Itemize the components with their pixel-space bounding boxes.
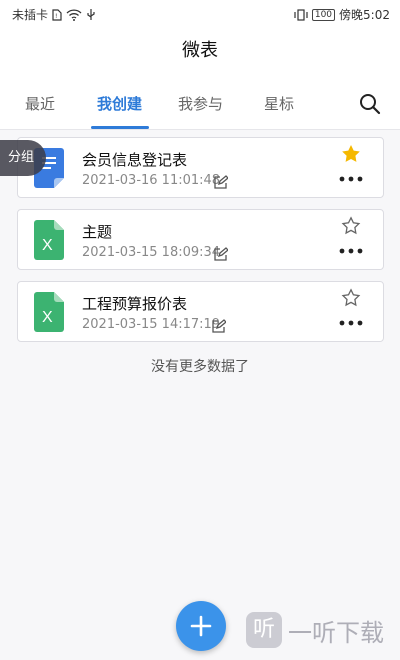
file-card[interactable]: 会员信息登记表 2021-03-16 11:01:48 <box>17 137 384 198</box>
file-time: 2021-03-15 18:09:34 <box>82 245 221 260</box>
excel-icon: X <box>34 292 64 332</box>
usb-icon <box>87 8 95 20</box>
edit-icon[interactable] <box>214 247 228 261</box>
tab-bar: 最近 我创建 我参与 星标 <box>0 78 400 130</box>
active-tab-indicator <box>91 126 149 129</box>
more-options-icon[interactable] <box>339 174 363 184</box>
tab-created-by-me[interactable]: 我创建 <box>97 93 142 114</box>
sim-icon: ! <box>52 8 62 21</box>
edit-icon[interactable] <box>212 319 226 333</box>
wifi-icon <box>66 8 82 21</box>
excel-icon: X <box>34 220 64 260</box>
watermark-text: 一听下载 <box>288 618 384 647</box>
watermark-logo: 听 <box>246 612 282 648</box>
tab-starred[interactable]: 星标 <box>264 93 294 114</box>
search-icon[interactable] <box>358 92 382 116</box>
vibrate-icon <box>294 8 308 21</box>
clock-text: 傍晚5:02 <box>339 8 390 22</box>
add-button[interactable] <box>176 601 226 651</box>
carrier-text: 未插卡 <box>12 8 49 22</box>
more-options-icon[interactable] <box>339 318 363 328</box>
group-button[interactable]: 分组 <box>0 140 46 176</box>
star-filled-icon[interactable] <box>341 144 361 164</box>
more-options-icon[interactable] <box>339 246 363 256</box>
file-name: 会员信息登记表 <box>82 151 188 169</box>
svg-text:X: X <box>42 237 53 254</box>
edit-icon[interactable] <box>214 175 228 189</box>
page-title: 微表 <box>182 40 218 61</box>
no-more-data-text: 没有更多数据了 <box>151 359 249 375</box>
svg-text:!: ! <box>55 13 57 20</box>
app-header: 微表 <box>0 28 400 78</box>
file-card[interactable]: X 主题 2021-03-15 18:09:34 <box>17 209 384 270</box>
star-outline-icon[interactable] <box>341 216 361 236</box>
watermark: 听 一听下载 <box>246 612 384 648</box>
file-card[interactable]: X 工程预算报价表 2021-03-15 14:17:19 <box>17 281 384 342</box>
file-name: 主题 <box>82 223 113 241</box>
plus-icon <box>190 615 212 637</box>
file-time: 2021-03-16 11:01:48 <box>82 173 221 188</box>
tab-participated[interactable]: 我参与 <box>178 93 223 114</box>
tab-recent[interactable]: 最近 <box>25 93 55 114</box>
file-time: 2021-03-15 14:17:19 <box>82 317 221 332</box>
star-outline-icon[interactable] <box>341 288 361 308</box>
status-bar: 未插卡 ! 100 傍晚5:02 <box>0 0 400 28</box>
battery-icon: 100 <box>311 8 336 21</box>
svg-text:X: X <box>42 309 53 326</box>
file-name: 工程预算报价表 <box>82 295 188 313</box>
